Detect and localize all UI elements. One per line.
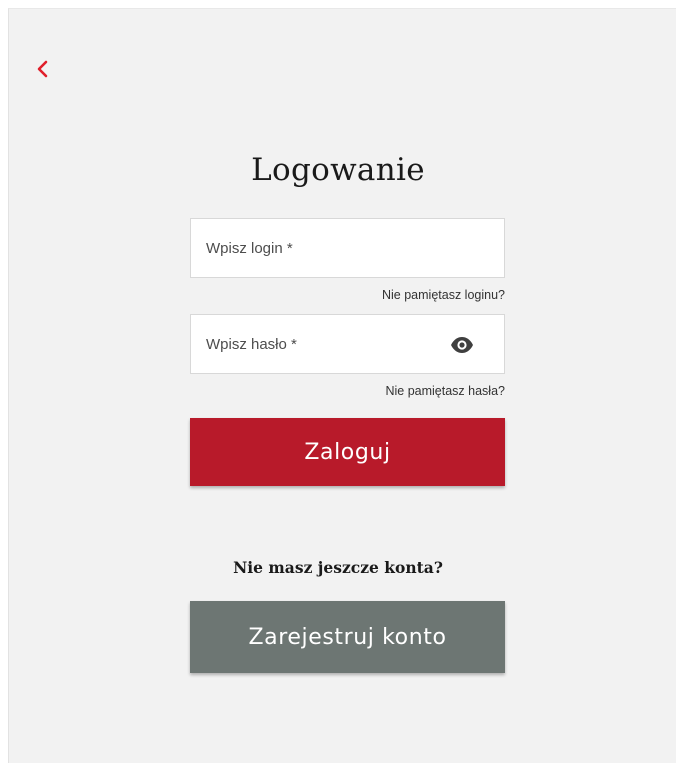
password-input[interactable] — [206, 315, 446, 373]
chevron-left-icon — [37, 60, 48, 78]
forgot-password-link[interactable]: Nie pamiętasz hasła? — [190, 384, 505, 398]
login-button[interactable]: Zaloguj — [190, 418, 505, 486]
password-field[interactable] — [190, 314, 505, 374]
no-account-prompt: Nie masz jeszcze konta? — [233, 558, 443, 577]
login-input[interactable] — [206, 219, 446, 277]
forgot-login-link[interactable]: Nie pamiętasz loginu? — [190, 288, 505, 302]
login-field[interactable] — [190, 218, 505, 278]
show-password-toggle[interactable] — [450, 334, 474, 356]
back-button[interactable] — [33, 54, 53, 84]
page-title: Logowanie — [251, 152, 425, 188]
eye-icon — [451, 337, 473, 353]
register-button[interactable]: Zarejestruj konto — [190, 601, 505, 673]
